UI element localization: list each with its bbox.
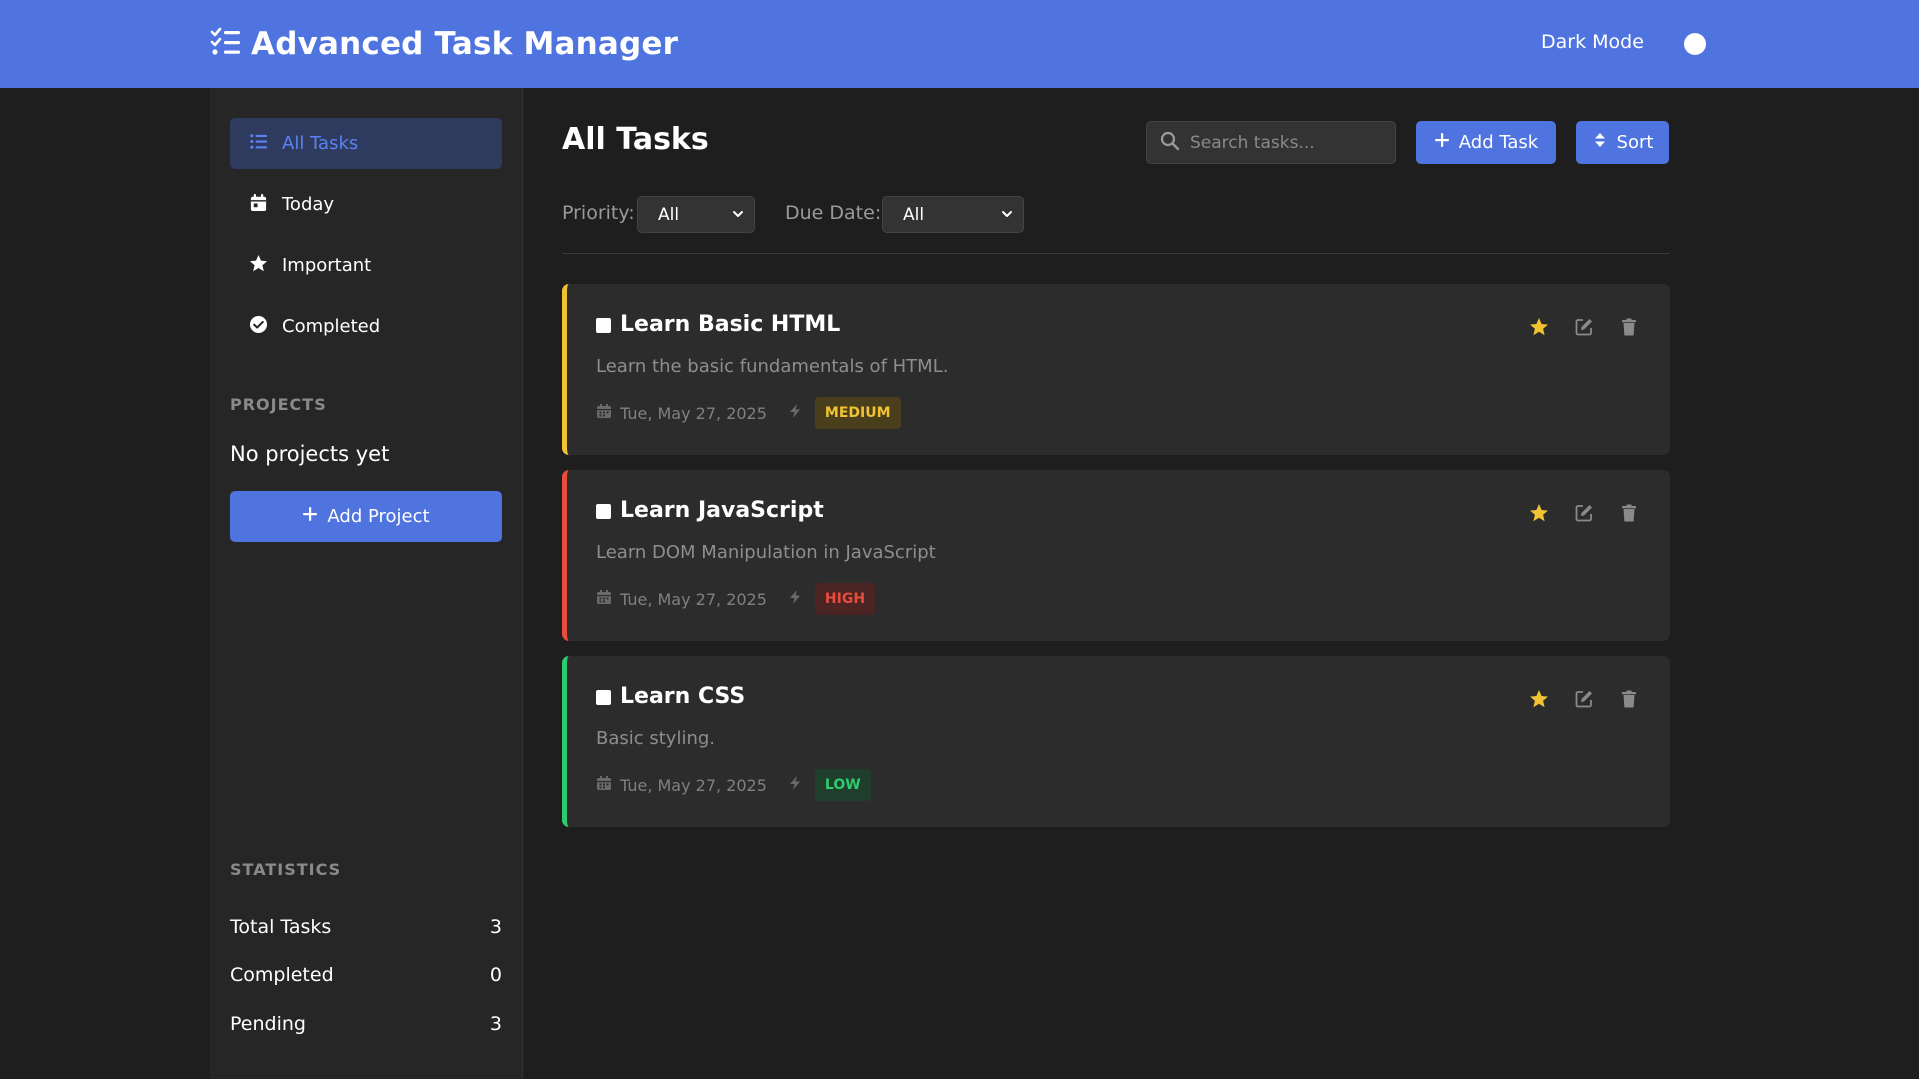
sort-label: Sort <box>1616 132 1654 153</box>
task-title: Learn Basic HTML <box>620 312 841 337</box>
task-title: Learn CSS <box>620 684 746 709</box>
task-meta: Tue, May 27, 2025 LOW <box>596 769 871 801</box>
page-title: All Tasks <box>562 122 709 157</box>
bolt-icon <box>787 775 803 795</box>
projects-section-title: PROJECTS <box>230 395 327 414</box>
app-brand: Advanced Task Manager <box>209 22 678 66</box>
list-icon <box>249 132 268 156</box>
trash-icon[interactable] <box>1618 688 1640 710</box>
search-box[interactable] <box>1146 121 1396 164</box>
plus-icon <box>1434 132 1450 153</box>
task-checkbox[interactable] <box>596 318 611 333</box>
task-due-date: Tue, May 27, 2025 <box>620 775 767 795</box>
task-card: Learn CSS Basic styling. Tue, May 27, 20… <box>562 656 1670 827</box>
sidebar-item-completed[interactable]: Completed <box>230 301 502 352</box>
stat-value: 3 <box>489 916 502 938</box>
task-checkbox[interactable] <box>596 504 611 519</box>
stat-label: Completed <box>230 964 334 986</box>
bolt-icon <box>787 403 803 423</box>
add-project-label: Add Project <box>327 506 430 527</box>
add-task-label: Add Task <box>1458 132 1539 153</box>
task-description: Learn the basic fundamentals of HTML. <box>596 356 949 377</box>
sidebar-item-label: Today <box>282 194 335 215</box>
task-card: Learn JavaScript Learn DOM Manipulation … <box>562 470 1670 641</box>
sort-button[interactable]: Sort <box>1576 121 1669 164</box>
add-task-button[interactable]: Add Task <box>1416 121 1556 164</box>
edit-icon[interactable] <box>1573 316 1595 338</box>
calendar-icon <box>249 193 268 217</box>
star-icon[interactable] <box>1528 502 1550 524</box>
stat-value: 3 <box>489 1013 502 1035</box>
chevron-down-icon <box>1001 205 1013 225</box>
task-description: Basic styling. <box>596 728 716 749</box>
sidebar-item-label: Important <box>282 255 372 276</box>
dark-mode-toggle[interactable] <box>1684 33 1706 55</box>
task-due-date: Tue, May 27, 2025 <box>620 589 767 609</box>
priority-filter-label: Priority: <box>562 202 635 224</box>
task-meta: Tue, May 27, 2025 MEDIUM <box>596 397 901 429</box>
star-icon[interactable] <box>1528 316 1550 338</box>
task-card: Learn Basic HTML Learn the basic fundame… <box>562 284 1670 455</box>
priority-filter-value: All <box>658 204 680 225</box>
stat-label: Pending <box>230 1013 306 1035</box>
task-meta: Tue, May 27, 2025 HIGH <box>596 583 876 615</box>
stat-pending: Pending 3 <box>230 1013 502 1035</box>
priority-badge: MEDIUM <box>814 397 901 429</box>
filter-divider <box>562 253 1670 254</box>
sidebar: All Tasks Today Important Completed PROJ… <box>210 88 523 1079</box>
task-actions <box>1528 316 1640 338</box>
due-date-filter-label: Due Date: <box>785 202 882 224</box>
statistics-section-title: STATISTICS <box>230 860 342 879</box>
header-bar: Advanced Task Manager Dark Mode <box>0 0 1919 88</box>
add-project-button[interactable]: Add Project <box>230 491 502 542</box>
app-title: Advanced Task Manager <box>251 26 679 62</box>
due-date-filter-value: All <box>903 204 925 225</box>
edit-icon[interactable] <box>1573 502 1595 524</box>
dark-mode-label: Dark Mode <box>1541 31 1644 53</box>
sidebar-item-label: Completed <box>282 316 381 337</box>
calendar-icon <box>596 403 612 423</box>
priority-filter-select[interactable]: All <box>637 196 755 233</box>
task-actions <box>1528 688 1640 710</box>
no-projects-message: No projects yet <box>230 442 390 466</box>
sidebar-item-important[interactable]: Important <box>230 240 502 291</box>
stat-total-tasks: Total Tasks 3 <box>230 916 502 938</box>
calendar-icon <box>596 589 612 609</box>
plus-icon <box>302 506 318 527</box>
edit-icon[interactable] <box>1573 688 1595 710</box>
bolt-icon <box>787 589 803 609</box>
sidebar-item-label: All Tasks <box>282 133 359 154</box>
star-icon[interactable] <box>1528 688 1550 710</box>
task-title: Learn JavaScript <box>620 498 824 523</box>
tasks-list-icon <box>209 26 241 62</box>
due-date-filter-select[interactable]: All <box>882 196 1024 233</box>
stat-value: 0 <box>489 964 502 986</box>
task-due-date: Tue, May 27, 2025 <box>620 403 767 423</box>
trash-icon[interactable] <box>1618 316 1640 338</box>
stat-label: Total Tasks <box>230 916 332 938</box>
search-input[interactable] <box>1190 132 1380 153</box>
trash-icon[interactable] <box>1618 502 1640 524</box>
stat-completed: Completed 0 <box>230 964 502 986</box>
star-icon <box>249 254 268 278</box>
search-icon <box>1160 131 1180 155</box>
check-circle-icon <box>249 315 268 339</box>
sort-icon <box>1592 132 1608 153</box>
priority-badge: HIGH <box>814 583 876 615</box>
sidebar-item-today[interactable]: Today <box>230 179 502 230</box>
priority-badge: LOW <box>814 769 871 801</box>
task-checkbox[interactable] <box>596 690 611 705</box>
calendar-icon <box>596 775 612 795</box>
task-actions <box>1528 502 1640 524</box>
chevron-down-icon <box>732 205 744 225</box>
sidebar-item-all-tasks[interactable]: All Tasks <box>230 118 502 169</box>
task-description: Learn DOM Manipulation in JavaScript <box>596 542 936 563</box>
